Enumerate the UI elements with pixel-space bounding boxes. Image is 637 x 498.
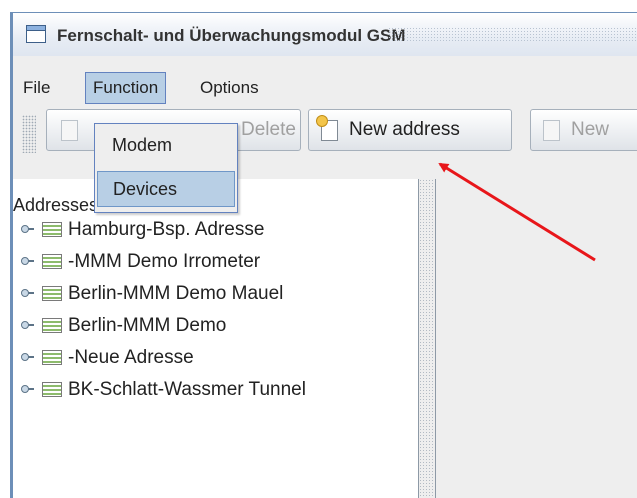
title-bar-texture (388, 27, 637, 43)
address-node-icon (42, 350, 62, 365)
address-node-icon (42, 318, 62, 333)
expand-handle-icon[interactable] (21, 321, 34, 329)
expand-handle-icon[interactable] (21, 257, 34, 265)
window-icon (26, 25, 46, 43)
menu-file[interactable]: File (16, 72, 57, 104)
address-node-icon (42, 382, 62, 397)
new-address-label: New address (349, 119, 460, 140)
app-window: Fernschalt- und Überwachungsmodul GSM Fi… (10, 12, 637, 498)
expand-handle-icon[interactable] (21, 289, 34, 297)
tree-item-label: Berlin-MMM Demo (68, 315, 227, 336)
function-dropdown-menu: Modem Devices (94, 123, 238, 213)
menu-options[interactable]: Options (193, 72, 266, 104)
tree-item-label: BK-Schlatt-Wassmer Tunnel (68, 379, 306, 400)
new-button[interactable]: New (530, 109, 637, 151)
expand-handle-icon[interactable] (21, 225, 34, 233)
address-node-icon (42, 286, 62, 301)
window-title: Fernschalt- und Überwachungsmodul GSM (57, 26, 406, 45)
panel-splitter[interactable] (419, 179, 436, 498)
address-node-icon (42, 254, 62, 269)
tree-item-label: -MMM Demo Irrometer (68, 251, 261, 272)
new-address-button[interactable]: New address (308, 109, 512, 151)
new-label: New (571, 119, 610, 140)
menu-item-devices[interactable]: Devices (97, 171, 235, 207)
menu-bar: File Function Options (13, 72, 637, 104)
address-tree-panel[interactable]: Addresses Hamburg-Bsp. Adresse -MMM Demo… (13, 179, 419, 498)
address-node-icon (42, 222, 62, 237)
expand-handle-icon[interactable] (21, 353, 34, 361)
tree-item-label: Hamburg-Bsp. Adresse (68, 219, 265, 240)
title-bar[interactable]: Fernschalt- und Überwachungsmodul GSM (13, 13, 637, 56)
tree-root-label: Addresses (13, 195, 99, 215)
tree-item-label: -Neue Adresse (68, 347, 194, 368)
menu-item-modem[interactable]: Modem (97, 127, 235, 163)
delete-label: Delete (241, 119, 296, 140)
tree-item-label: Berlin-MMM Demo Mauel (68, 283, 284, 304)
new-disabled-icon (543, 120, 560, 141)
menu-function[interactable]: Function (85, 72, 167, 104)
detail-panel (437, 179, 637, 498)
expand-handle-icon[interactable] (21, 385, 34, 393)
new-document-icon (317, 116, 338, 141)
toolbar-grip[interactable] (22, 115, 36, 153)
delete-icon (61, 120, 78, 141)
